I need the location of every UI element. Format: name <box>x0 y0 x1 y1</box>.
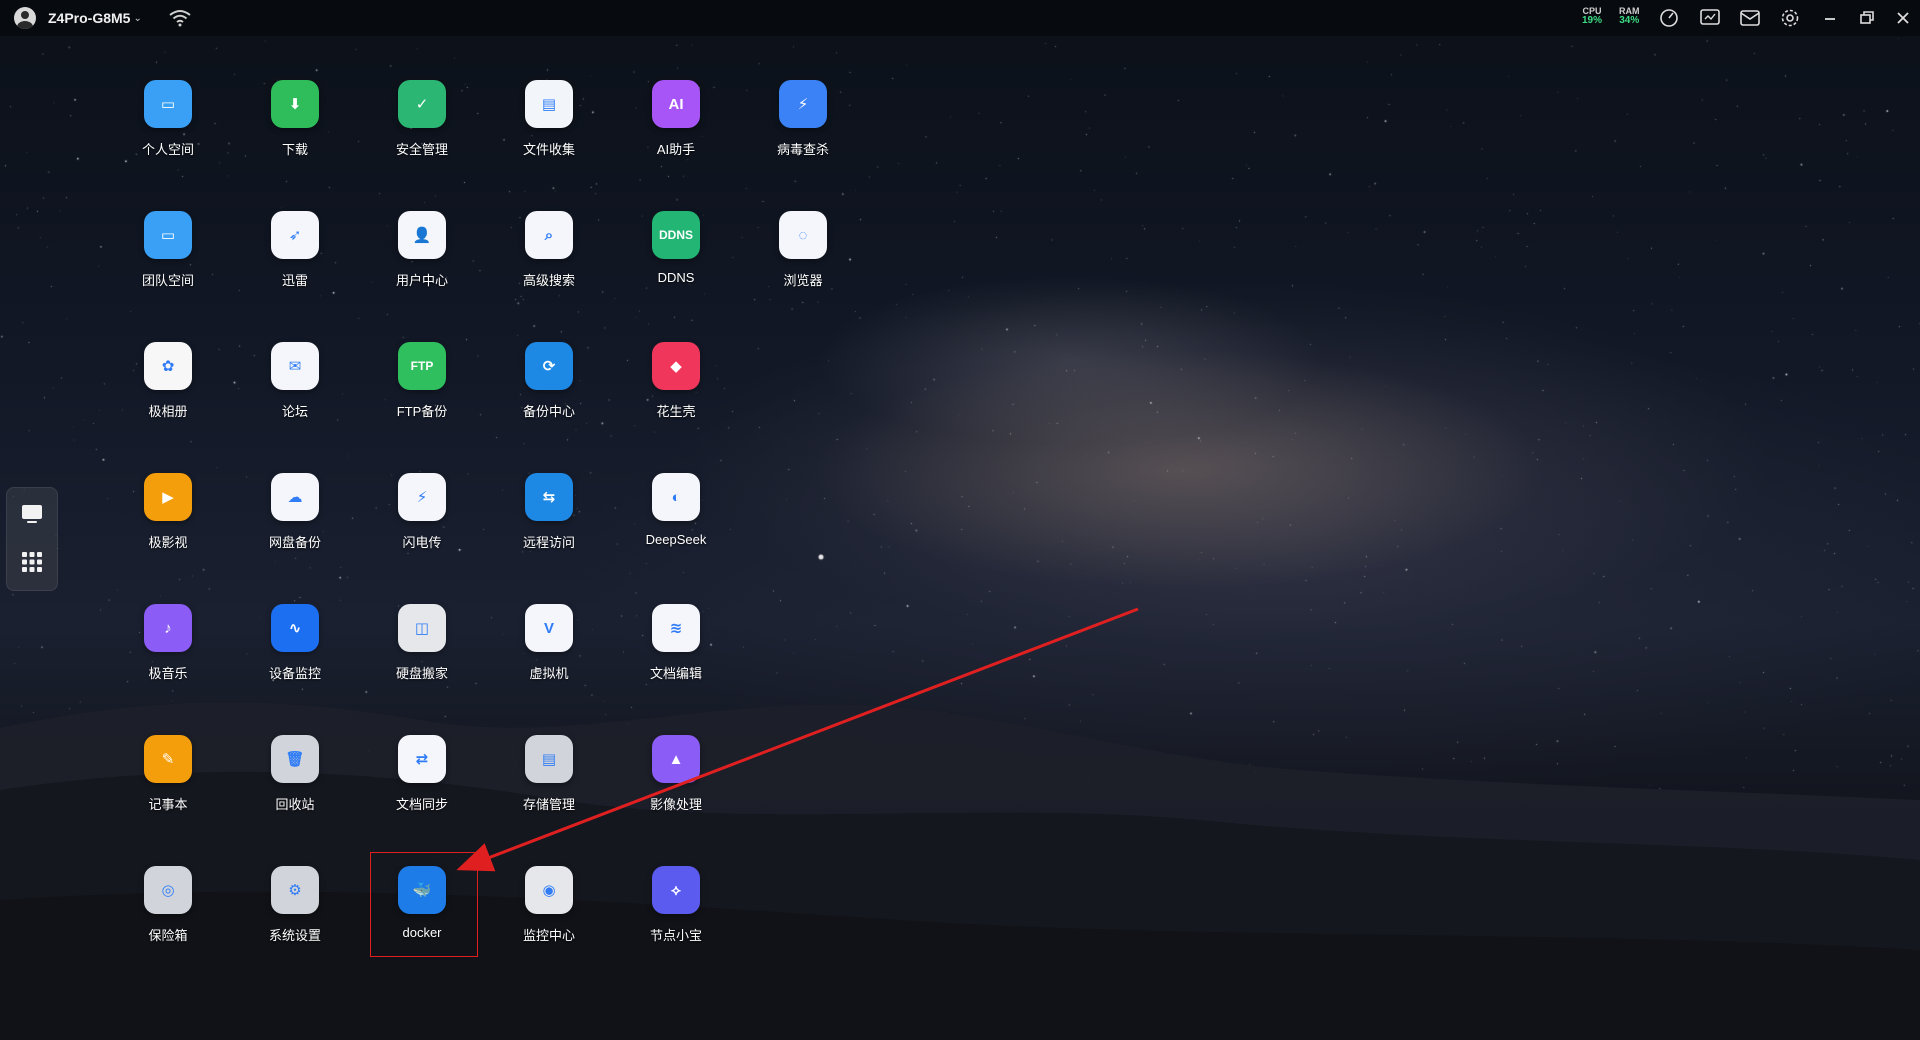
grid-icon[interactable] <box>20 550 44 574</box>
top-bar: Z4Pro-G8M5 ⌄ CPU 19% RAM 34% <box>0 0 1920 36</box>
device-switcher[interactable]: Z4Pro-G8M5 ⌄ <box>14 7 142 29</box>
annotation-arrow <box>456 607 1139 872</box>
restore-icon[interactable] <box>1856 8 1878 28</box>
avatar[interactable] <box>14 7 36 29</box>
device-name[interactable]: Z4Pro-G8M5 <box>48 10 130 26</box>
cpu-value: 19% <box>1582 15 1603 26</box>
ram-usage: RAM 34% <box>1619 6 1640 26</box>
monitor-icon[interactable] <box>1699 8 1721 28</box>
cpu-usage: CPU 19% <box>1582 6 1602 26</box>
speedometer-icon[interactable] <box>1658 8 1680 28</box>
minimize-icon[interactable] <box>1819 8 1841 28</box>
gear-icon[interactable] <box>1779 8 1801 28</box>
ram-value: 34% <box>1619 15 1640 26</box>
chevron-down-icon[interactable]: ⌄ <box>133 13 141 24</box>
close-icon[interactable] <box>1892 8 1914 28</box>
mail-icon[interactable] <box>1739 8 1761 28</box>
desktop-icon[interactable] <box>20 502 44 526</box>
side-dock <box>6 487 58 591</box>
wifi-icon[interactable] <box>168 9 192 27</box>
